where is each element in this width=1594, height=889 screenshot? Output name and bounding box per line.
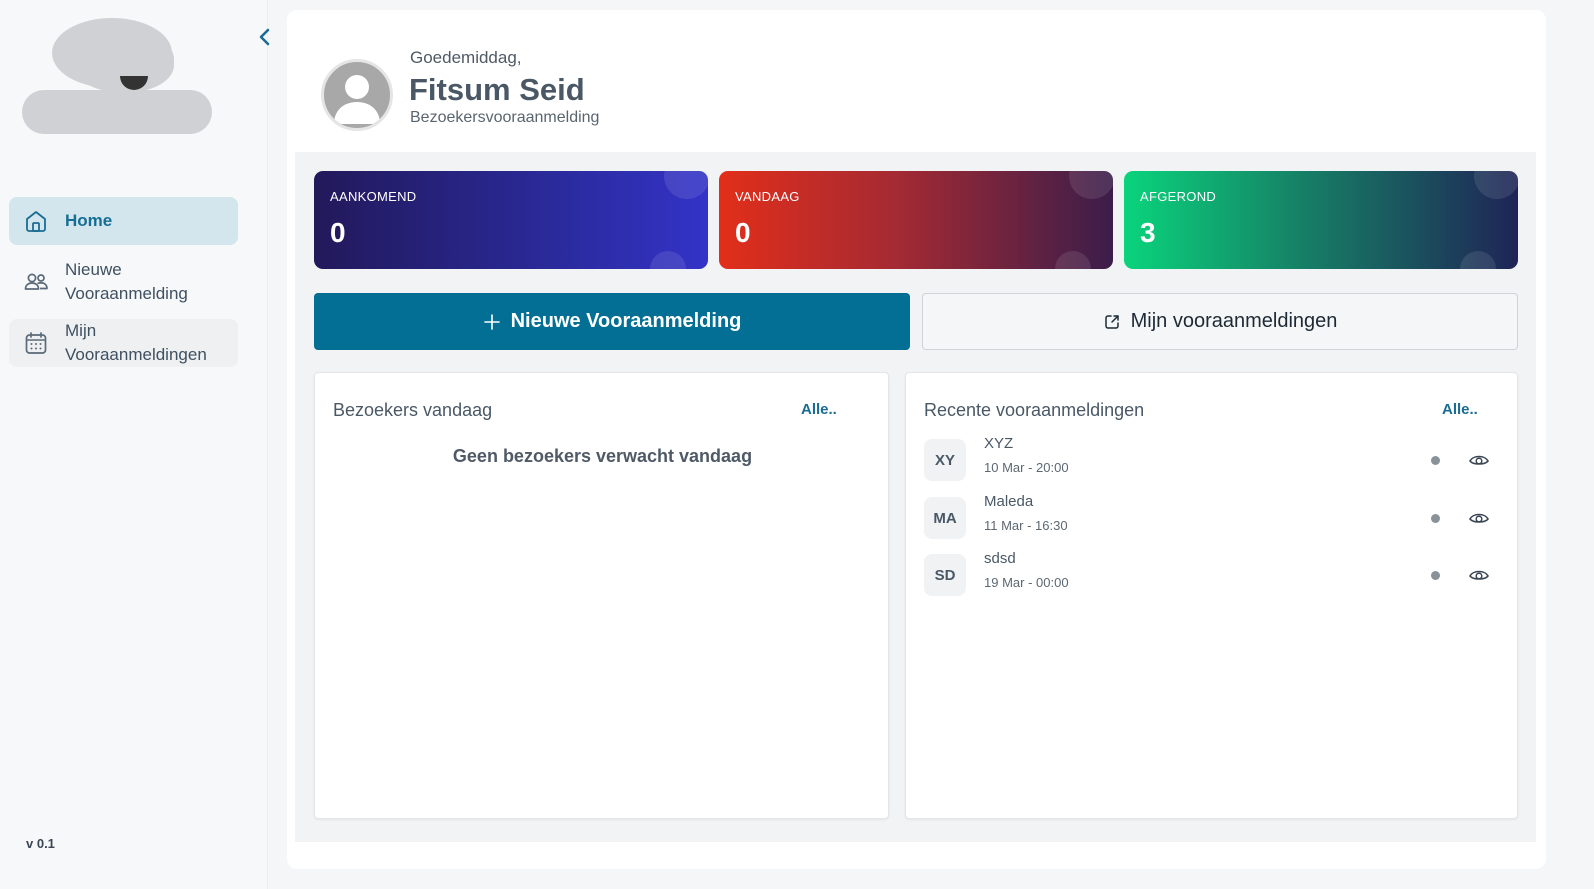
app-version: v 0.1 [26,836,55,851]
list-item: XY XYZ 10 Mar - 20:00 [924,435,1504,483]
view-all-link[interactable]: Alle.. [1442,401,1478,418]
list-item: SD sdsd 19 Mar - 00:00 [924,550,1504,598]
user-avatar-icon [321,59,393,131]
initials-badge: SD [924,554,966,596]
logo [22,14,222,136]
greeting: Goedemiddag, [410,48,522,67]
chevron-left-icon[interactable] [252,24,278,50]
initials-badge: XY [924,439,966,481]
plus-icon [483,313,501,331]
visitor-name: Maleda [984,493,1034,510]
external-link-icon [1103,313,1121,331]
new-preregistration-button[interactable]: Nieuwe Vooraanmelding [314,293,910,350]
panel-title: Bezoekers vandaag [333,400,493,420]
my-preregistrations-button[interactable]: Mijn vooraanmeldingen [922,293,1518,350]
visitor-name: XYZ [984,435,1014,452]
sidebar-item-label: Nieuwe Vooraanmelding [65,260,188,303]
initials-badge: MA [924,497,966,539]
status-dot [1431,456,1440,465]
home-icon [23,208,49,234]
empty-state-message: Geen bezoekers verwacht vandaag [452,446,753,466]
sidebar-item-home[interactable]: Home [9,197,238,245]
eye-icon[interactable] [1468,509,1490,527]
view-all-link[interactable]: Alle.. [801,401,837,418]
sidebar-item-my-preregistrations[interactable]: Mijn Vooraanmeldingen [9,319,238,367]
stat-label: VANDAAG [735,189,800,204]
status-dot [1431,571,1440,580]
eye-icon[interactable] [1468,451,1490,469]
stat-card-completed[interactable]: AFGEROND 3 [1124,171,1518,269]
users-icon [23,269,49,295]
stat-value: 3 [1140,217,1156,248]
sidebar-item-label: Home [65,211,113,230]
main-content: Goedemiddag, Fitsum Seid Bezoekersvooraa… [287,10,1546,869]
sidebar-item-label: Mijn Vooraanmeldingen [65,321,207,364]
page-title: Fitsum Seid [409,72,585,107]
calendar-icon [23,330,49,356]
sidebar: Home Nieuwe Vooraanmelding Mijn Vooraanm… [0,0,270,889]
stat-value: 0 [735,217,751,248]
status-dot [1431,514,1440,523]
button-label: Nieuwe Vooraanmelding [510,310,742,332]
panel-title: Recente vooraanmeldingen [924,400,1145,420]
recent-preregistrations-panel: Recente vooraanmeldingen Alle.. XY XYZ 1… [905,372,1518,819]
button-label: Mijn vooraanmeldingen [1130,310,1338,332]
visit-time: 11 Mar - 16:30 [984,518,1068,533]
stat-label: AFGEROND [1140,189,1217,204]
stat-value: 0 [330,217,346,248]
eye-icon[interactable] [1468,566,1490,584]
sidebar-nav: Home Nieuwe Vooraanmelding Mijn Vooraanm… [9,197,239,375]
stat-card-upcoming[interactable]: AANKOMEND 0 [314,171,708,269]
list-item: MA Maleda 11 Mar - 16:30 [924,493,1504,541]
page-subtitle: Bezoekersvooraanmelding [410,109,600,126]
stat-card-today[interactable]: VANDAAG 0 [719,171,1113,269]
visitor-name: sdsd [984,550,1016,567]
visit-time: 10 Mar - 20:00 [984,460,1069,475]
visitors-today-panel: Bezoekers vandaag Alle.. Geen bezoekers … [314,372,889,819]
dashboard-area: AANKOMEND 0 VANDAAG 0 AFGEROND 3 Nieuwe … [295,152,1536,842]
visit-time: 19 Mar - 00:00 [984,575,1069,590]
sidebar-item-new-preregistration[interactable]: Nieuwe Vooraanmelding [9,253,238,311]
stat-label: AANKOMEND [330,189,417,204]
